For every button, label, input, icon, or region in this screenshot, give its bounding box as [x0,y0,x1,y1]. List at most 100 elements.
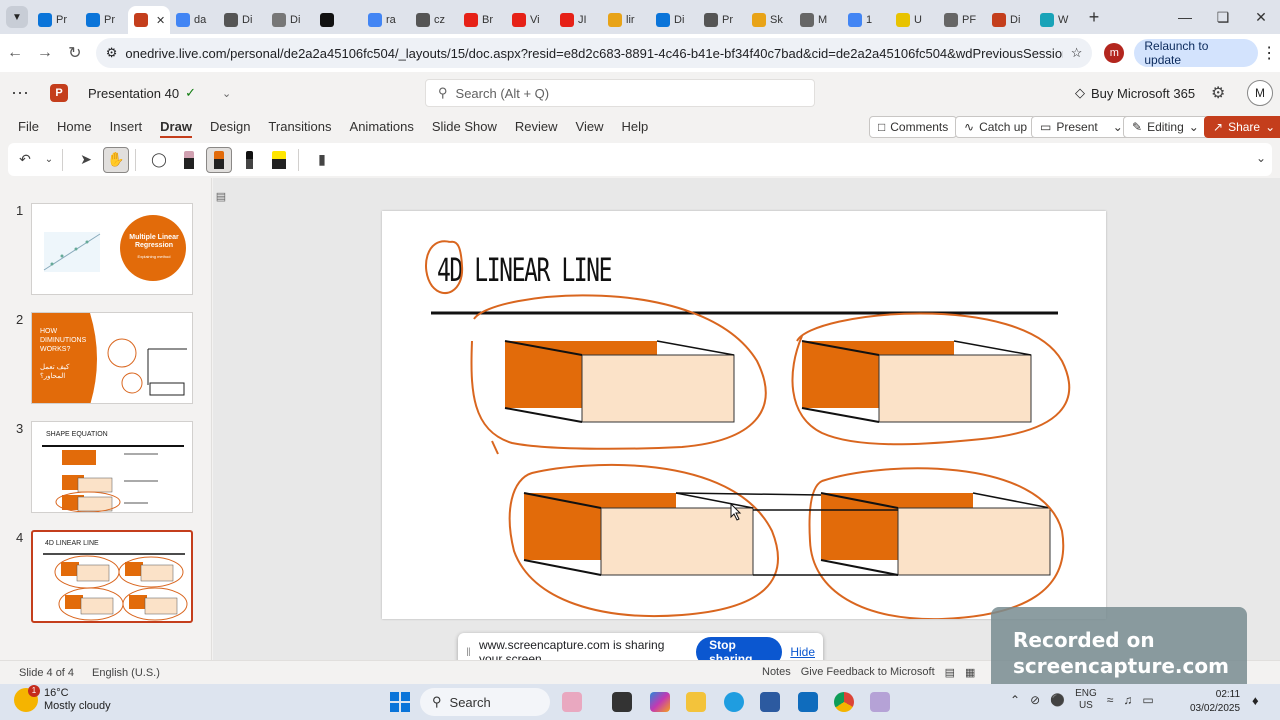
new-tab-button[interactable]: + [1082,7,1106,28]
ribbon-tab-review[interactable]: Review [515,119,558,138]
present-button[interactable]: ▭ Present ⌄ [1031,116,1132,138]
browser-tab[interactable]: Br [458,6,506,34]
clock[interactable]: 02:11 03/02/2025 [1190,688,1240,716]
browser-tab[interactable]: U [890,6,938,34]
notes-button[interactable]: Notes [762,666,791,679]
browser-tab[interactable]: Pr [80,6,128,34]
minimize-button[interactable]: — [1166,0,1204,34]
back-icon[interactable]: ← [0,44,30,62]
current-slide[interactable]: 4D LINEAR LINE [382,211,1106,619]
browser-tab[interactable]: Vi [506,6,554,34]
sorter-view-icon[interactable]: ▦ [965,666,975,679]
volume-icon[interactable]: ♫ [1123,693,1132,707]
browser-tab[interactable]: da [170,6,218,34]
feedback-link[interactable]: Give Feedback to Microsoft [801,666,935,679]
lasso-icon[interactable]: ◯ [146,147,172,173]
browser-tab[interactable]: Di [986,6,1034,34]
browser-tab[interactable]: Di [218,6,266,34]
microphone-icon[interactable]: ⚫ [1050,693,1065,707]
copilot-icon[interactable] [650,692,670,712]
forward-icon[interactable]: → [30,44,60,62]
weather-widget[interactable]: 1 16°C Mostly cloudy [14,685,111,713]
file-explorer-icon[interactable] [686,692,706,712]
ribbon-tab-design[interactable]: Design [210,119,250,138]
browser-tab[interactable] [314,6,362,34]
close-tab-icon[interactable]: ✕ [156,14,165,27]
slide-thumbnail[interactable]: SHAPE EQUATION [31,421,193,513]
browser-tab[interactable]: Pr [698,6,746,34]
ribbon-tab-transitions[interactable]: Transitions [268,119,331,138]
drag-handle-icon[interactable]: ‖ [466,645,471,659]
app-icon[interactable] [562,692,582,712]
app-launcher-icon[interactable]: ⋯ [0,83,40,104]
url-input[interactable]: ⚙ onedrive.live.com/personal/de2a2a45106… [95,38,1093,68]
comments-button[interactable]: □ Comments [869,116,958,138]
browser-menu-icon[interactable]: ⋮ [1258,43,1280,63]
ribbon-tab-file[interactable]: File [18,119,39,138]
document-title[interactable]: Presentation 40 [88,86,179,101]
ribbon-tab-animations[interactable]: Animations [350,119,414,138]
browser-tab[interactable]: Di [650,6,698,34]
orange-pen-icon[interactable] [206,146,232,173]
site-info-icon[interactable]: ⚙ [106,45,118,61]
chevron-up-icon[interactable]: ⌃ [1010,693,1020,707]
chevron-down-icon[interactable]: ⌄ [1113,120,1123,134]
ribbon-tab-view[interactable]: View [576,119,604,138]
taskbar-search[interactable]: ⚲ Search [420,688,550,716]
snipping-tool-icon[interactable] [870,692,890,712]
black-pen-icon[interactable] [236,147,262,173]
ribbon-tab-help[interactable]: Help [621,119,648,138]
network-off-icon[interactable]: ⊘ [1030,693,1040,707]
language-indicator[interactable]: ENG US [1075,688,1097,712]
bookmark-star-icon[interactable]: ☆ [1071,45,1083,61]
slide-thumbnail-active[interactable]: 4D LINEAR LINE [31,530,193,623]
browser-tab[interactable]: Di [266,6,314,34]
eraser-pen-icon[interactable] [176,147,202,173]
browser-tab[interactable]: ra [362,6,410,34]
slide-thumbnail[interactable]: Multiple Linear Regression Explaining me… [31,203,193,295]
start-button[interactable] [390,692,410,712]
browser-tab[interactable]: Sk [746,6,794,34]
profile-avatar[interactable]: m [1104,43,1125,63]
ribbon-tab-draw[interactable]: Draw [160,119,192,138]
browser-tab-active[interactable]: ✕ [128,6,170,34]
ribbon-tab-home[interactable]: Home [57,119,92,138]
tab-search-button[interactable]: ▼ [6,6,28,28]
ruler-icon[interactable]: ▮ [309,147,335,173]
wifi-icon[interactable]: ≈ [1107,693,1114,707]
terminal-icon[interactable] [612,692,632,712]
select-arrow-icon[interactable]: ➤ [73,147,99,173]
settings-gear-icon[interactable]: ⚙ [1211,83,1225,103]
account-avatar[interactable]: M [1247,80,1273,106]
browser-tab[interactable]: JI [554,6,602,34]
close-window-button[interactable]: ✕ [1242,0,1280,34]
relaunch-button[interactable]: Relaunch to update [1134,39,1259,67]
slide-thumbnail[interactable]: HOW DIMINUTIONS WORKS? كيف تعمل المحاور؟ [31,312,193,404]
browser-tab[interactable]: lir [602,6,650,34]
outlook-icon[interactable] [798,692,818,712]
chrome-icon[interactable] [834,692,854,712]
highlighter-icon[interactable] [266,147,292,173]
reload-icon[interactable]: ↻ [60,43,90,63]
edge-icon[interactable] [724,692,744,712]
ribbon-tab-slide-show[interactable]: Slide Show [432,119,497,138]
thumbnail-pane-toggle-icon[interactable]: ▤ [213,190,229,206]
battery-icon[interactable]: ▭ [1142,693,1153,707]
notification-bell-icon[interactable]: ♦ [1252,693,1259,708]
browser-tab[interactable]: Pr [32,6,80,34]
hide-link[interactable]: Hide [790,645,815,659]
buy-microsoft-365-button[interactable]: ◇ Buy Microsoft 365 [1075,85,1195,101]
ink-select-icon[interactable]: ✋ [103,146,129,173]
language-status[interactable]: English (U.S.) [92,667,160,679]
maximize-button[interactable]: ❏ [1204,0,1242,34]
browser-tab[interactable]: W [1034,6,1082,34]
browser-tab[interactable]: M [794,6,842,34]
editing-mode-button[interactable]: ✎ Editing ⌄ [1123,116,1208,138]
ribbon-tab-insert[interactable]: Insert [110,119,143,138]
undo-icon[interactable]: ↶ [12,147,38,173]
collapse-ribbon-icon[interactable]: ⌄ [1256,151,1266,165]
normal-view-icon[interactable]: ▤ [945,666,955,679]
share-button[interactable]: ↗ Share ⌄ [1204,116,1280,138]
browser-tab[interactable]: 1 [842,6,890,34]
chevron-down-icon[interactable]: ⌄ [42,147,56,173]
